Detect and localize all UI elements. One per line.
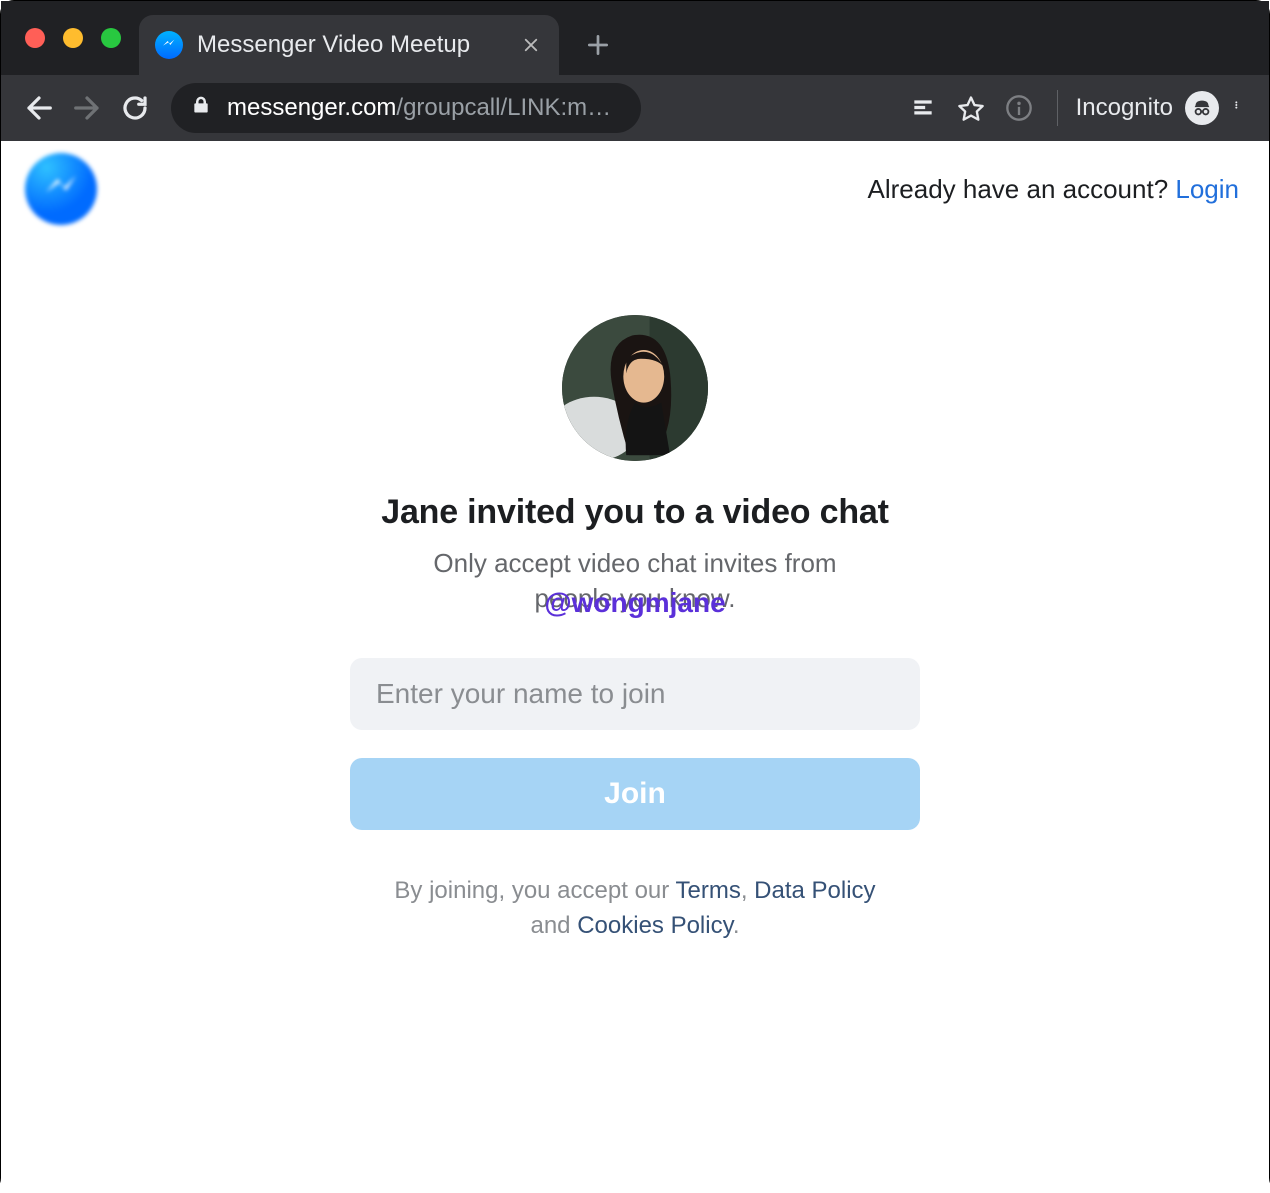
site-info-icon[interactable]	[999, 88, 1039, 128]
bookmark-icon[interactable]	[951, 88, 991, 128]
join-button[interactable]: Join	[350, 758, 920, 830]
chrome-menu-button[interactable]	[1227, 91, 1251, 126]
url-path: /groupcall/LINK:m…	[396, 94, 611, 122]
reader-mode-icon[interactable]	[903, 88, 943, 128]
page-header: Already have an account? Login	[1, 141, 1269, 225]
window-controls	[1, 28, 121, 48]
lock-icon	[191, 94, 211, 122]
back-button[interactable]	[19, 88, 59, 128]
invite-card: Jane invited you to a video chat Only ac…	[1, 225, 1269, 944]
close-tab-button[interactable]	[517, 31, 545, 59]
name-input[interactable]	[350, 658, 920, 730]
legal-text: By joining, you accept our Terms, Data P…	[394, 874, 875, 944]
login-link[interactable]: Login	[1175, 174, 1239, 204]
forward-button[interactable]	[67, 88, 107, 128]
watermark: @wongmjane	[544, 587, 725, 619]
messenger-logo[interactable]	[25, 153, 97, 225]
toolbar-divider	[1057, 90, 1058, 126]
address-bar[interactable]: messenger.com/groupcall/LINK:m…	[171, 83, 641, 133]
browser-chrome: Messenger Video Meetup messenger.com/gro…	[1, 1, 1269, 141]
invite-heading: Jane invited you to a video chat	[381, 493, 889, 532]
toolbar: messenger.com/groupcall/LINK:m… Incognit…	[1, 75, 1269, 141]
tab-active[interactable]: Messenger Video Meetup	[139, 15, 559, 75]
account-prompt-text: Already have an account?	[868, 174, 1176, 204]
account-prompt: Already have an account? Login	[868, 174, 1240, 205]
new-tab-button[interactable]	[559, 15, 637, 75]
inviter-avatar	[562, 315, 708, 461]
messenger-icon	[155, 31, 183, 59]
data-policy-link[interactable]: Data Policy	[754, 877, 875, 904]
incognito-indicator[interactable]: Incognito	[1076, 91, 1219, 125]
url-domain: messenger.com	[227, 94, 396, 122]
incognito-label: Incognito	[1076, 94, 1173, 122]
titlebar: Messenger Video Meetup	[1, 1, 1269, 75]
close-window-button[interactable]	[25, 28, 45, 48]
incognito-icon	[1185, 91, 1219, 125]
fullscreen-window-button[interactable]	[101, 28, 121, 48]
terms-link[interactable]: Terms	[675, 877, 740, 904]
minimize-window-button[interactable]	[63, 28, 83, 48]
cookies-policy-link[interactable]: Cookies Policy	[577, 912, 733, 939]
page-content: Already have an account? Login Jane invi…	[1, 141, 1269, 1193]
tab-strip: Messenger Video Meetup	[139, 1, 637, 75]
reload-button[interactable]	[115, 88, 155, 128]
tab-title: Messenger Video Meetup	[197, 31, 517, 59]
